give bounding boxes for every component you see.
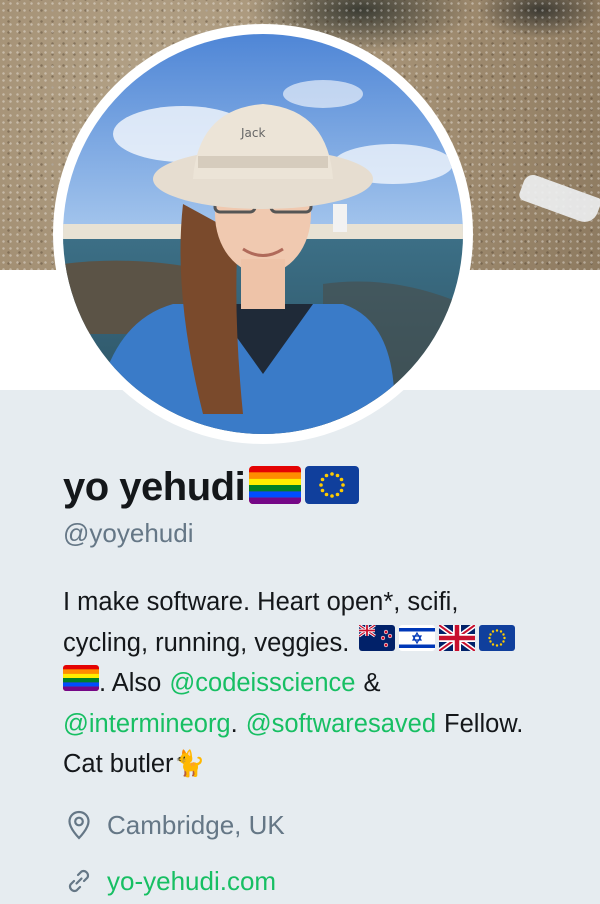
avatar-photo: Jack	[63, 34, 463, 434]
mention-link-softwaresaved[interactable]: @softwaresaved	[246, 704, 436, 745]
profile-bio: I make software. Heart open*, scifi, cyc…	[63, 582, 583, 785]
website-link[interactable]: yo-yehudi.com	[107, 866, 276, 897]
bio-line: I make software. Heart open*, scifi,	[63, 582, 583, 623]
bio-line: @intermineorg . @softwaresaved Fellow.	[63, 704, 583, 745]
location-text: Cambridge, UK	[107, 809, 285, 840]
cat-emoji: 🐈	[173, 750, 206, 778]
svg-text:Jack: Jack	[240, 126, 265, 140]
bio-text: . Also	[99, 669, 162, 697]
bio-line: Cat butler 🐈	[63, 744, 583, 785]
uk-flag-icon	[437, 622, 477, 664]
profile-website[interactable]: yo-yehudi.com	[63, 865, 276, 897]
eu-flag-icon	[305, 465, 360, 509]
new-zealand-flag-icon	[358, 623, 396, 664]
profile-handle: @yoyehudi	[63, 518, 194, 548]
bio-line: cycling, running, veggies.	[63, 622, 583, 664]
bio-line: . Also @codeisscience &	[63, 663, 583, 704]
eu-flag-icon	[479, 623, 516, 664]
bio-text: cycling, running, veggies.	[63, 628, 350, 657]
bio-text: .	[230, 709, 238, 738]
bio-text: Cat butler	[63, 750, 174, 778]
bio-text: &	[363, 669, 381, 697]
bio-text: Fellow.	[444, 709, 524, 738]
mention-link-codeisscience[interactable]: @codeisscience	[169, 663, 355, 704]
profile-name-row: yo yehudi	[63, 462, 360, 512]
rainbow-flag-icon	[63, 663, 99, 704]
profile-location: Cambridge, UK	[63, 809, 285, 841]
mention-link-intermineorg[interactable]: @intermineorg	[63, 704, 231, 745]
rainbow-flag-icon	[249, 465, 302, 509]
map-pin-icon	[63, 809, 95, 841]
link-icon	[63, 865, 95, 897]
israel-flag-icon	[399, 623, 436, 664]
avatar[interactable]: Jack	[63, 34, 463, 434]
bio-text: I make software. Heart open*, scifi,	[63, 588, 459, 616]
display-name: yo yehudi	[63, 464, 246, 509]
